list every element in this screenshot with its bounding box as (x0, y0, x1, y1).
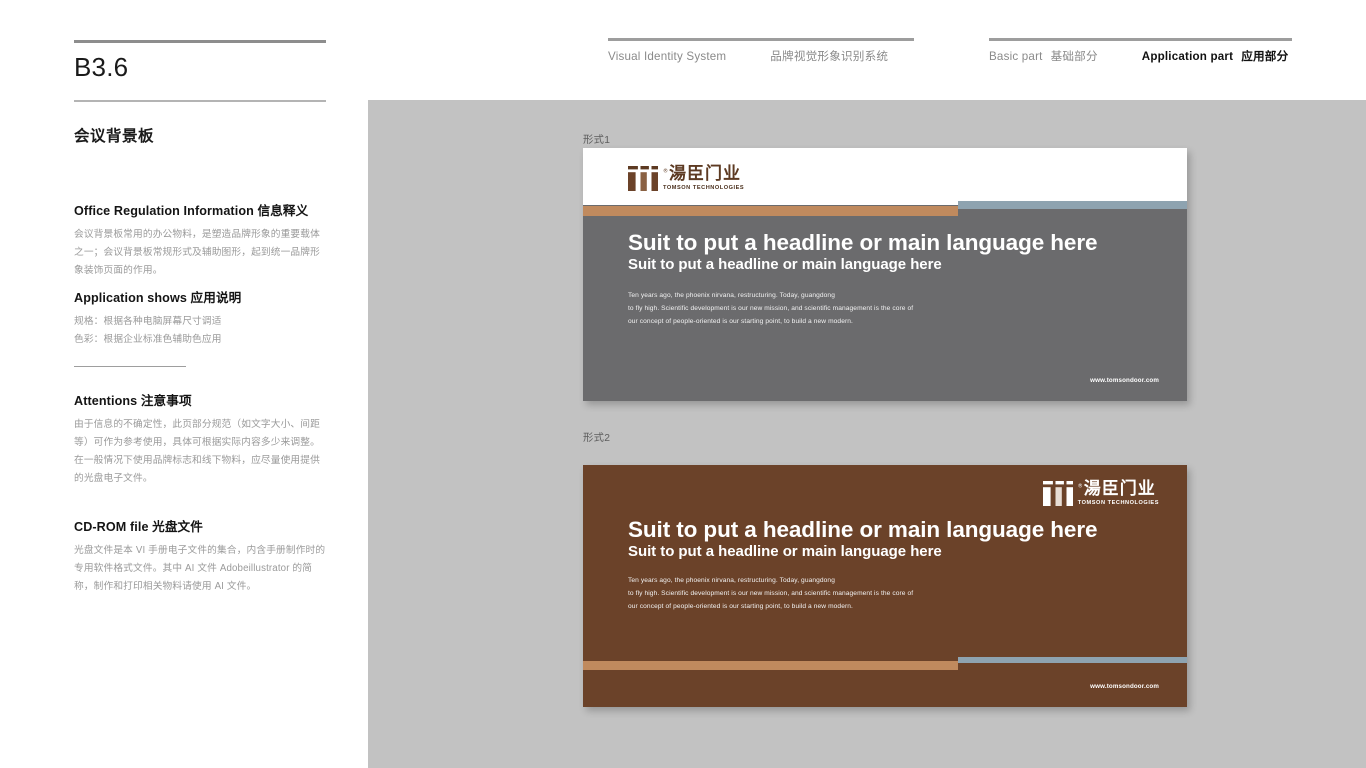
board-2-paragraph-line-3: our concept of people-oriented is our st… (628, 602, 853, 610)
board-2-logo: ®湯臣门业 TOMSON TECHNOLOGIES (1042, 481, 1159, 507)
divider-under-page-code (74, 100, 326, 102)
page-title: 会议背景板 (74, 128, 155, 145)
brand-logo-name-cn: ®湯臣门业 (1077, 479, 1156, 499)
nav-item-basic-part-cn[interactable]: 基础部分 (1051, 48, 1098, 64)
board-2-headline-small: Suit to put a headline or main language … (628, 543, 942, 561)
board-1-website-url[interactable]: www.tomsondoor.com (1090, 377, 1159, 384)
conference-backdrop-board-2[interactable]: ®湯臣门业 TOMSON TECHNOLOGIES Suit to put a … (583, 465, 1187, 707)
board-2-accent-bar-copper (583, 661, 958, 670)
board-2-paragraph-line-1: Ten years ago, the phoenix nirvana, rest… (628, 577, 835, 584)
info-block-body: 会议背景板常用的办公物料，是塑造品牌形象的重要载体之一；会议背景板常规形式及辅助… (74, 229, 320, 276)
nav-item-application-part-cn[interactable]: 应用部分 (1241, 48, 1288, 64)
board-1-logo: ®湯臣门业 TOMSON TECHNOLOGIES (628, 166, 744, 192)
info-block-body: 由于信息的不确定性，此页部分规范（如文字大小、间距等）可作为参考使用，具体可根据… (74, 419, 320, 484)
board-2-accent-bar-blue-grey (958, 657, 1187, 663)
brand-logo-name-en: TOMSON TECHNOLOGIES (1077, 500, 1159, 506)
board-1-paragraph: Ten years ago, the phoenix nirvana, rest… (628, 290, 913, 329)
info-block-body-line-2: 色彩：根据企业标准色辅助色应用 (74, 333, 222, 345)
board-1-paragraph-line-2: to fly high. Scientific development is o… (628, 304, 914, 312)
nav-row-parts: Basic part 基础部分 Application part 应用部分 (989, 48, 1288, 64)
divider-top (74, 40, 326, 43)
brand-logo-name-en: TOMSON TECHNOLOGIES (663, 185, 745, 191)
nav-rule-right (989, 38, 1292, 41)
nav-rule-left (608, 38, 914, 41)
nav-item-visual-identity-system-en[interactable]: Visual Identity System (608, 50, 726, 63)
info-block-heading: Application shows 应用说明 (74, 291, 242, 305)
info-block-body-line-1: 规格：根据各种电脑屏幕尺寸调适 (74, 316, 222, 327)
board-2-paragraph: Ten years ago, the phoenix nirvana, rest… (628, 575, 913, 614)
brand-logo-text: ®湯臣门业 TOMSON TECHNOLOGIES (1078, 481, 1159, 507)
divider-attentions (74, 366, 186, 368)
info-block-heading: CD-ROM file 光盘文件 (74, 520, 203, 534)
info-block-office-regulation: Office Regulation Information 信息释义 会议背景板… (74, 200, 328, 280)
info-block-cd-rom: CD-ROM file 光盘文件 光盘文件是本 VI 手册电子文件的集合，内含手… (74, 516, 328, 596)
board-1-label: 形式1 (583, 135, 611, 146)
brand-logo-text: ®湯臣门业 TOMSON TECHNOLOGIES (663, 166, 744, 192)
brand-logo-lockup: ®湯臣门业 TOMSON TECHNOLOGIES (628, 166, 744, 192)
page-code: B3.6 (74, 52, 129, 82)
info-block-heading: Office Regulation Information 信息释义 (74, 204, 309, 218)
board-1-headline-large: Suit to put a headline or main language … (628, 230, 1098, 255)
nav-item-application-part-en[interactable]: Application part (1142, 50, 1233, 63)
info-block-body: 光盘文件是本 VI 手册电子文件的集合，内含手册制作时的专用软件格式文件。其中 … (74, 545, 326, 592)
board-1-accent-bar-blue-grey (958, 201, 1187, 209)
board-2-label: 形式2 (583, 433, 611, 444)
gate-mark-icon (628, 166, 658, 192)
conference-backdrop-board-1[interactable]: ®湯臣门业 TOMSON TECHNOLOGIES Suit to put a … (583, 148, 1187, 401)
nav-item-visual-identity-system-cn[interactable]: 品牌视觉形象识别系统 (770, 48, 888, 64)
brand-logo-name-cn: ®湯臣门业 (663, 164, 741, 184)
board-2-website-url[interactable]: www.tomsondoor.com (1090, 683, 1159, 690)
info-block-attentions: Attentions 注意事项 由于信息的不确定性，此页部分规范（如文字大小、间… (74, 390, 328, 488)
board-1-paragraph-line-3: our concept of people-oriented is our st… (628, 317, 853, 325)
info-block-application-shows: Application shows 应用说明 规格：根据各种电脑屏幕尺寸调适 色… (74, 287, 328, 349)
board-1-paragraph-line-1: Ten years ago, the phoenix nirvana, rest… (628, 292, 835, 299)
board-2-headline-large: Suit to put a headline or main language … (628, 517, 1098, 542)
board-1-headline-group: Suit to put a headline or main language … (628, 230, 1098, 274)
left-info-column: B3.6 会议背景板 Office Regulation Information… (74, 0, 328, 768)
gate-mark-icon (1042, 481, 1073, 507)
board-2-paragraph-line-2: to fly high. Scientific development is o… (628, 589, 914, 597)
info-block-heading: Attentions 注意事项 (74, 394, 192, 408)
board-1-accent-bar-copper (583, 206, 958, 216)
board-2-headline-group: Suit to put a headline or main language … (628, 517, 1098, 561)
nav-item-basic-part-en[interactable]: Basic part (989, 50, 1043, 63)
board-1-headline-small: Suit to put a headline or main language … (628, 256, 942, 274)
brand-logo-lockup: ®湯臣门业 TOMSON TECHNOLOGIES (1042, 481, 1159, 507)
nav-row-system: Visual Identity System 品牌视觉形象识别系统 (608, 48, 888, 64)
